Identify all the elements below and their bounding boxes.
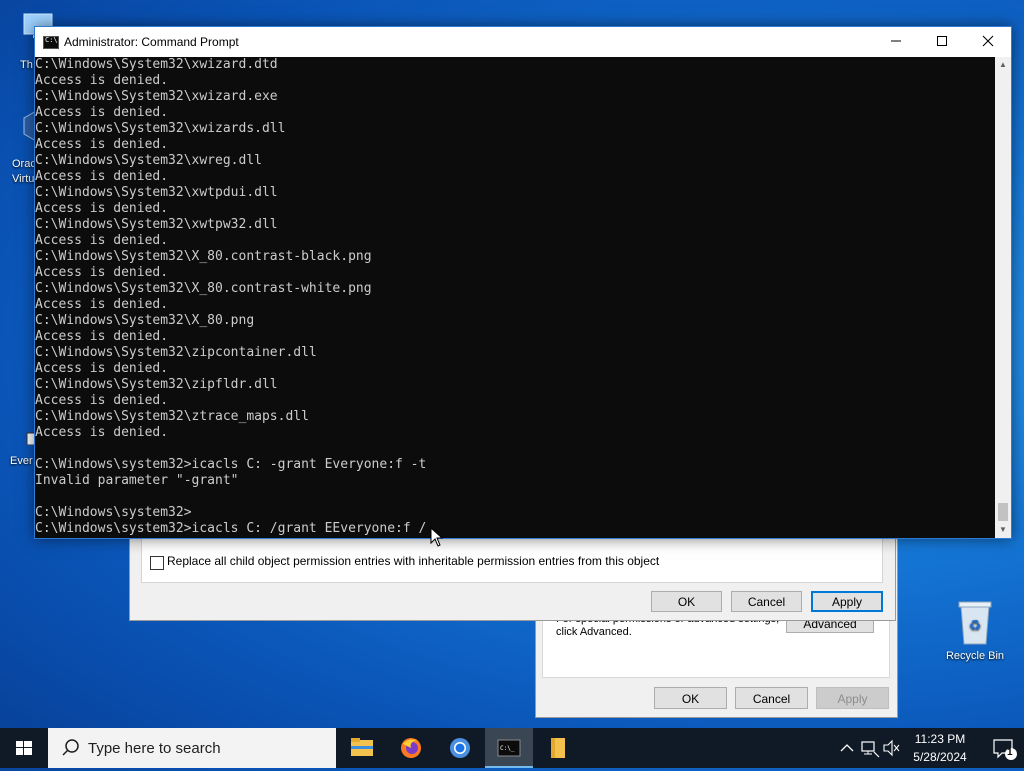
console-line: Access is denied.	[35, 137, 169, 152]
console-line: C:\Windows\System32\xwtpdui.dll	[35, 185, 278, 200]
action-center-button[interactable]: 1	[982, 728, 1024, 768]
console-line: C:\Windows\System32\xwreg.dll	[35, 153, 262, 168]
console-line: C:\Windows\System32\X_80.contrast-black.…	[35, 249, 372, 264]
windows-logo-icon	[16, 741, 32, 755]
console-line: C:\Windows\System32\xwizard.dtd	[35, 57, 278, 72]
command-prompt-icon: C:\_	[497, 739, 521, 757]
recycle-bin-icon: ♻	[958, 601, 992, 645]
advanced-apply-button[interactable]: Apply	[811, 591, 883, 612]
cmd-app-icon	[43, 36, 59, 49]
console-line: Access is denied.	[35, 297, 169, 312]
notification-count: 1	[1007, 747, 1013, 758]
taskbar: Type here to search C:\_ 11:23 PM 5/28/2…	[0, 728, 1024, 768]
console-scrollbar[interactable]: ▲ ▼	[995, 57, 1011, 538]
scroll-down-arrow-icon[interactable]: ▼	[995, 522, 1011, 538]
svg-text:♻: ♻	[969, 618, 982, 634]
console-line: C:\Windows\System32\xwizard.exe	[35, 89, 278, 104]
taskbar-search-box[interactable]: Type here to search	[48, 728, 336, 768]
recycle-bin-label: Recycle Bin	[945, 650, 1005, 662]
console-line: C:\Windows\System32\ztrace_maps.dll	[35, 409, 309, 424]
clock-time: 11:23 PM	[914, 732, 966, 746]
replace-child-permissions-label: Replace all child object permission entr…	[167, 554, 660, 568]
console-line: C:\Windows\System32\X_80.png	[35, 313, 255, 328]
cmd-window-title: Administrator: Command Prompt	[64, 35, 239, 49]
taskbar-firefox[interactable]	[387, 728, 435, 768]
console-line: Access is denied.	[35, 233, 169, 248]
properties-ok-button[interactable]: OK	[654, 687, 727, 709]
scroll-up-arrow-icon[interactable]: ▲	[995, 57, 1011, 73]
command-prompt-window: Administrator: Command Prompt C:\Windows…	[34, 26, 1012, 539]
console-line: C:\Windows\System32\xwtpw32.dll	[35, 217, 278, 232]
console-line: Access is denied.	[35, 105, 169, 120]
console-line: C:\Windows\system32>	[35, 505, 192, 520]
tray-chevron-button[interactable]	[836, 728, 858, 768]
chrome-icon	[450, 738, 470, 758]
console-output[interactable]: C:\Windows\System32\xwizard.dtd Access is…	[35, 57, 994, 538]
desktop-label-this-pc: Th	[20, 59, 33, 71]
taskbar-file-explorer[interactable]	[338, 728, 386, 768]
network-icon	[861, 741, 880, 758]
console-line: Access is denied.	[35, 425, 169, 440]
taskbar-notes[interactable]	[534, 728, 582, 768]
taskbar-clock[interactable]: 11:23 PM 5/28/2024	[898, 730, 982, 766]
console-line: C:\Windows\System32\xwizards.dll	[35, 121, 286, 136]
start-button[interactable]	[0, 728, 48, 768]
clock-date: 5/28/2024	[913, 750, 967, 764]
console-line: Access is denied.	[35, 169, 169, 184]
console-line: C:\Windows\system32>icacls C: -grant Eve…	[35, 457, 427, 472]
desktop-label-oracle: Orac	[12, 158, 36, 170]
properties-apply-button[interactable]: Apply	[816, 687, 889, 709]
network-status-button[interactable]	[859, 728, 881, 768]
svg-text:C:\_: C:\_	[500, 745, 515, 752]
search-icon	[62, 739, 79, 756]
file-explorer-icon	[351, 738, 373, 756]
firefox-icon	[401, 738, 421, 758]
close-button[interactable]	[965, 27, 1011, 57]
desktop-icon-recycle-bin[interactable]: ♻ Recycle Bin	[938, 600, 1012, 662]
console-line: C:\Windows\System32\zipfldr.dll	[35, 377, 278, 392]
console-line: Access is denied.	[35, 361, 169, 376]
taskbar-command-prompt[interactable]: C:\_	[485, 728, 533, 768]
minimize-button[interactable]	[873, 27, 919, 57]
chevron-up-icon	[840, 744, 854, 752]
desktop-label-everyone: Ever	[10, 455, 33, 467]
console-line: Access is denied.	[35, 201, 169, 216]
properties-cancel-button[interactable]: Cancel	[735, 687, 808, 709]
taskbar-chrome[interactable]	[436, 728, 484, 768]
console-line: Access is denied.	[35, 265, 169, 280]
console-line: Access is denied.	[35, 393, 169, 408]
replace-child-permissions-checkbox[interactable]	[150, 556, 164, 570]
minimize-icon	[891, 40, 901, 42]
close-icon	[982, 35, 994, 47]
console-line: Access is denied.	[35, 329, 169, 344]
maximize-button[interactable]	[919, 27, 965, 57]
mouse-cursor-icon	[430, 527, 444, 547]
search-placeholder: Type here to search	[88, 740, 221, 757]
scroll-thumb[interactable]	[998, 503, 1008, 521]
console-line: C:\Windows\System32\zipcontainer.dll	[35, 345, 317, 360]
notification-icon	[993, 739, 1017, 760]
properties-help-line2: click Advanced.	[556, 626, 632, 638]
cmd-titlebar[interactable]: Administrator: Command Prompt	[35, 27, 1011, 57]
console-line: C:\Windows\system32>icacls C: /grant EEv…	[35, 521, 427, 536]
advanced-cancel-button[interactable]: Cancel	[731, 591, 802, 612]
sticky-note-icon	[551, 738, 565, 758]
console-line: C:\Windows\System32\X_80.contrast-white.…	[35, 281, 372, 296]
desktop-label-virtualbox: Virtu	[12, 173, 35, 185]
console-line: Invalid parameter "-grant"	[35, 473, 239, 488]
advanced-ok-button[interactable]: OK	[651, 591, 722, 612]
maximize-icon	[937, 36, 947, 46]
console-line: Access is denied.	[35, 73, 169, 88]
